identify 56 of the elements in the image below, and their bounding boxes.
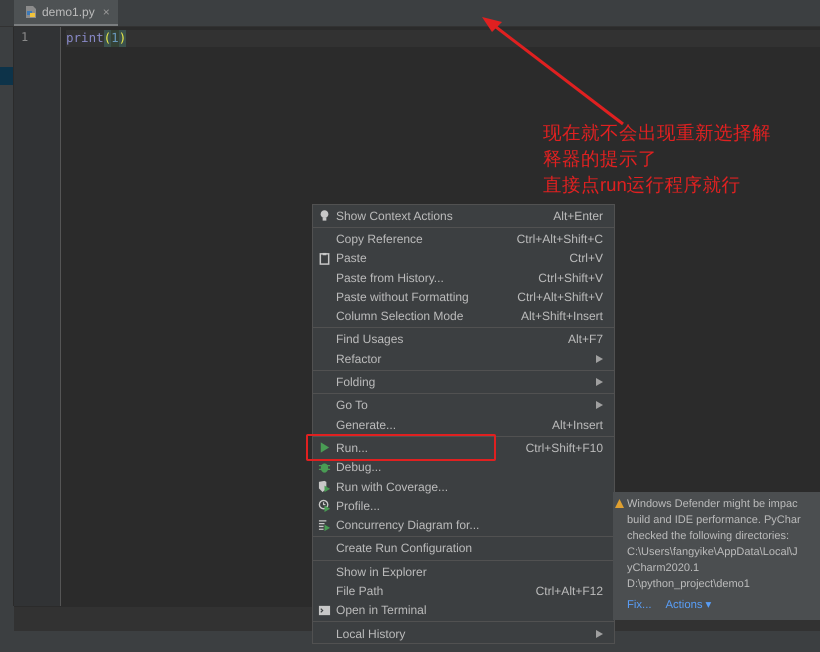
menu-item[interactable]: Copy Reference Ctrl+Alt+Shift+C xyxy=(313,229,614,249)
play-icon xyxy=(318,441,331,454)
annotation-text: 现在就不会出现重新选择解 xyxy=(543,121,771,145)
shortcut-label: Ctrl+V xyxy=(569,251,603,266)
menu-item[interactable]: Run with Coverage... xyxy=(313,476,614,496)
menu-item[interactable]: Concurrency Diagram for... xyxy=(313,515,614,535)
menu-item[interactable]: Go To xyxy=(313,396,614,415)
menu-item[interactable]: Run... Ctrl+Shift+F10 xyxy=(313,438,614,458)
menu-item[interactable]: Paste without Formatting Ctrl+Alt+Shift+V xyxy=(313,287,614,306)
list-play-icon xyxy=(318,518,331,532)
menu-item[interactable]: Column Selection Mode Alt+Shift+Insert xyxy=(313,306,614,326)
menu-item[interactable]: Profile... xyxy=(313,496,614,516)
menu-item[interactable]: Find Usages Alt+F7 xyxy=(313,330,614,350)
shortcut-label: Alt+Shift+Insert xyxy=(520,309,603,324)
shortcut-label: Ctrl+Alt+F12 xyxy=(536,584,603,598)
menu-item[interactable]: Local History xyxy=(313,624,614,644)
shortcut-label: Alt+Insert xyxy=(552,418,603,432)
menu-item[interactable]: Paste from History... Ctrl+Shift+V xyxy=(313,268,614,288)
annotation-text: 直接点run运行程序就行 xyxy=(543,173,742,197)
clock-play-icon xyxy=(318,499,331,512)
file-tab[interactable]: demo1.py × xyxy=(14,0,118,26)
menu-item[interactable]: Create Run Configuration xyxy=(313,538,614,558)
close-icon[interactable]: × xyxy=(102,5,110,19)
line-number: 1 xyxy=(20,30,30,46)
menu-item[interactable]: File Path Ctrl+Alt+F12 xyxy=(313,581,614,601)
menu-item[interactable]: Paste Ctrl+V xyxy=(313,248,614,268)
shortcut-label: Ctrl+Alt+Shift+V xyxy=(517,290,603,304)
notification-text: D:\python_project\demo1 xyxy=(627,577,751,592)
selection-marker xyxy=(0,67,13,85)
shortcut-label: Ctrl+Alt+Shift+C xyxy=(516,232,603,246)
notification-text: checked the following directories: xyxy=(627,529,790,544)
menu-item[interactable]: Debug... xyxy=(313,458,614,477)
menu-item[interactable]: Folding xyxy=(313,372,614,392)
menu-item[interactable]: Refactor xyxy=(313,349,614,368)
lightbulb-icon xyxy=(318,209,331,222)
shield-play-icon xyxy=(318,480,331,493)
python-file-icon xyxy=(24,5,38,19)
terminal-icon xyxy=(318,604,331,617)
warning-icon xyxy=(615,499,624,508)
notification-text: C:\Users\fangyike\AppData\Local\J xyxy=(627,545,799,560)
shortcut-label: Ctrl+Shift+F10 xyxy=(526,440,603,455)
action-link[interactable]: Fix... xyxy=(627,598,652,611)
shortcut-label: Ctrl+Shift+V xyxy=(538,270,603,285)
menu-item[interactable]: Open in Terminal xyxy=(313,600,614,620)
menu-item[interactable]: Show Context Actions Alt+Enter xyxy=(313,206,614,226)
bug-icon xyxy=(318,460,331,474)
annotation-text: 释器的提示了 xyxy=(543,147,658,171)
menu-item[interactable]: Generate... Alt+Insert xyxy=(313,414,614,434)
notification-text: yCharm2020.1 xyxy=(627,561,700,576)
menu-item[interactable]: Show in Explorer xyxy=(313,562,614,582)
shortcut-label: Alt+Enter xyxy=(553,208,603,223)
action-link[interactable]: Actions ▾ xyxy=(665,598,712,611)
shortcut-label: Alt+F7 xyxy=(568,332,603,346)
clipboard-icon xyxy=(318,252,331,265)
notification-text: Windows Defender might be impac xyxy=(627,497,799,512)
notification-text: build and IDE performance. PyChar xyxy=(627,513,802,528)
